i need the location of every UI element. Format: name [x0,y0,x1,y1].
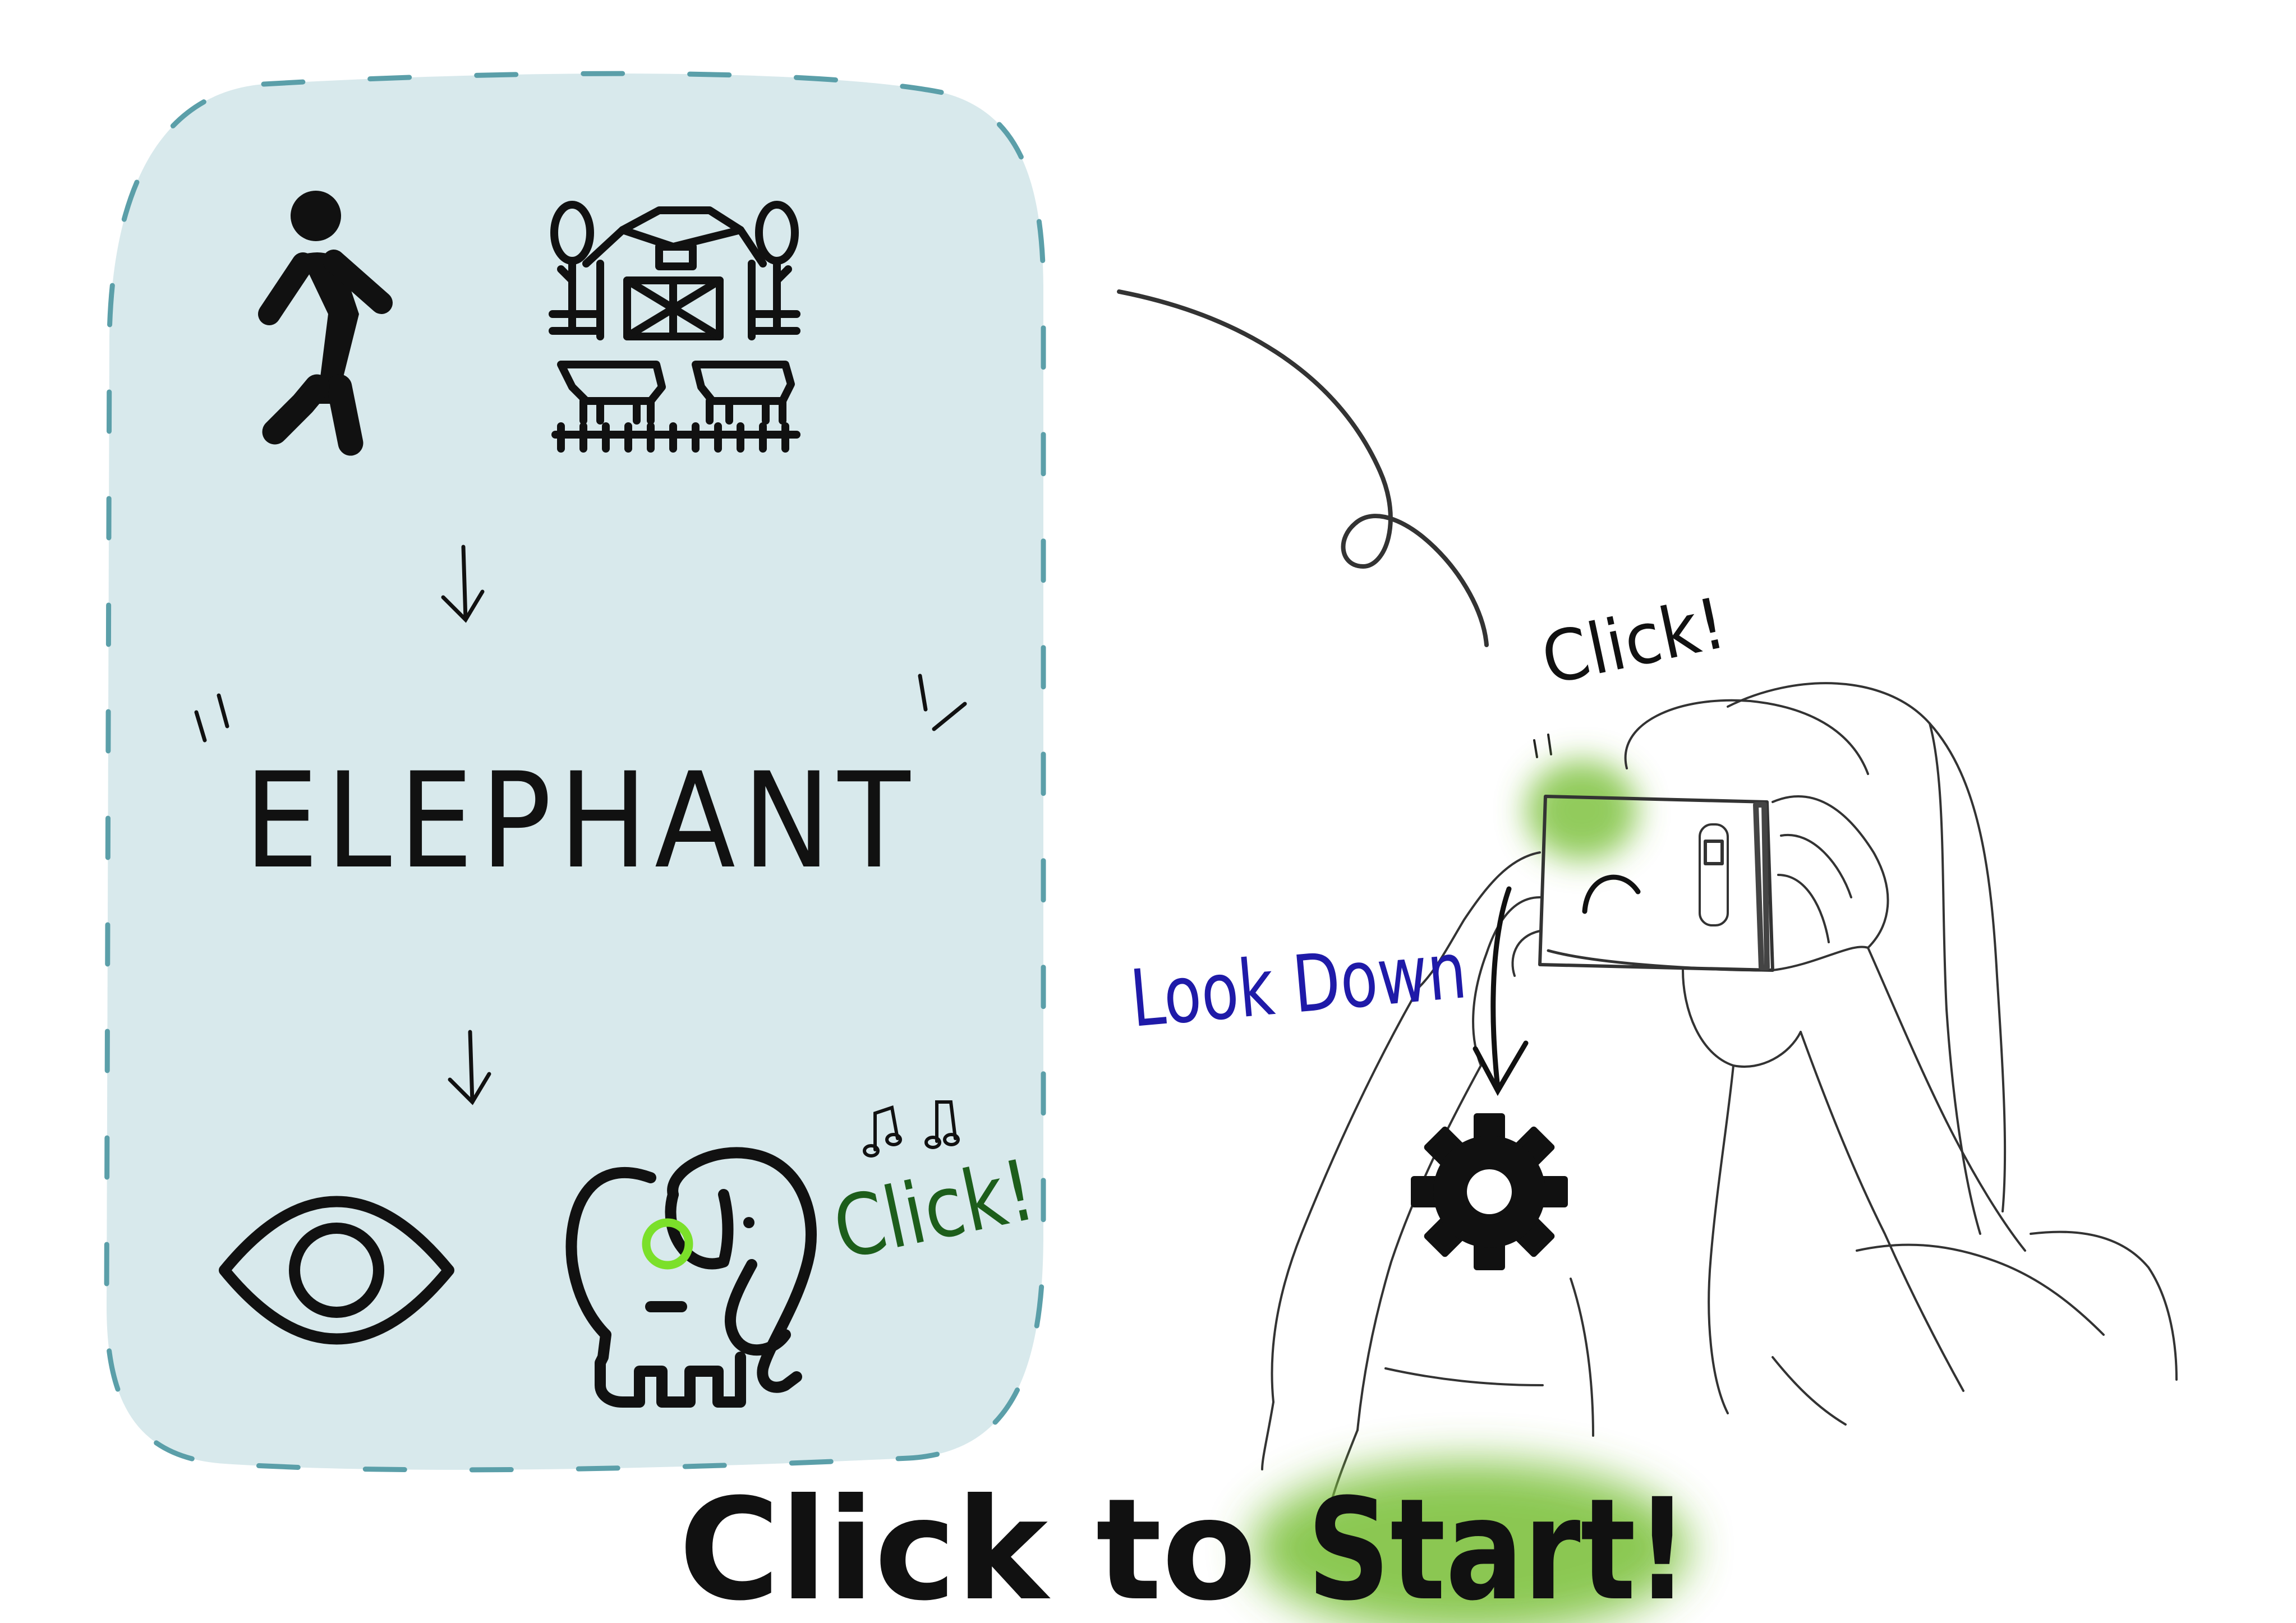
scene: ELEPHANT Click! Click! Look Down Click t… [104,71,2178,1623]
gear-icon [1411,1113,1568,1270]
instruction-panel: ELEPHANT Click! [104,71,1046,1473]
look-down-arrow [1473,874,1641,1096]
headset-click-label: Click! [1535,583,1733,700]
spoken-word: ELEPHANT [244,745,917,898]
person-drawing [1261,682,2178,1510]
look-down-label: Look Down [1127,925,1470,1045]
headset-illustration: Click! Look Down [1117,289,2178,1510]
start-prefix-text: Click to [679,1468,1257,1623]
start-button[interactable]: Click to Start! [679,1461,1688,1623]
start-highlight-text: Start! [1307,1468,1688,1623]
click-marks [1533,734,1552,758]
connector-curve [1117,289,1489,647]
